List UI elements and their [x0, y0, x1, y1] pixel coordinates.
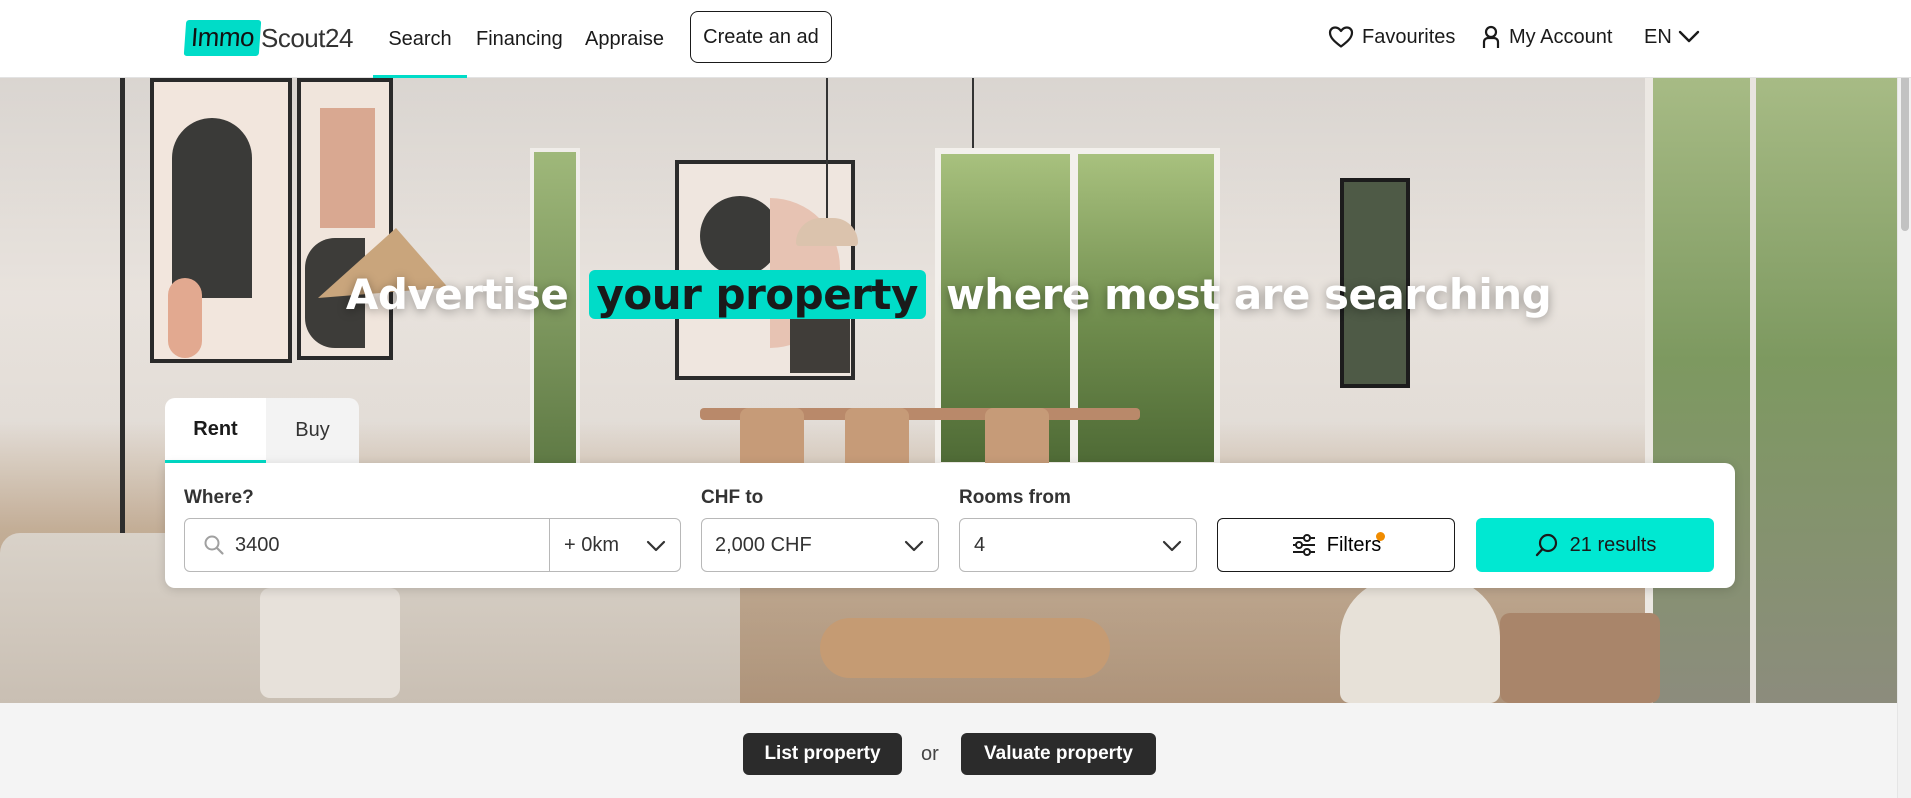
valuate-property-button[interactable]: Valuate property — [961, 733, 1156, 775]
or-separator: or — [921, 743, 939, 765]
price-label: CHF to — [701, 487, 764, 508]
radius-select[interactable]: + 0km — [549, 518, 681, 572]
logo-immo-text: Immo — [183, 20, 262, 56]
results-label: 21 results — [1569, 533, 1657, 556]
tab-buy-label: Buy — [295, 419, 330, 441]
create-ad-button[interactable]: Create an ad — [690, 11, 832, 63]
chevron-down-icon — [646, 536, 666, 559]
hero-headline: Advertise your property where most are s… — [0, 270, 1897, 319]
heart-icon — [1328, 25, 1354, 49]
filters-button[interactable]: Filters — [1217, 518, 1455, 572]
filter-sliders-icon — [1291, 532, 1317, 558]
tab-buy[interactable]: Buy — [266, 398, 359, 463]
rooms-select[interactable]: 4 — [959, 518, 1197, 572]
my-account-link[interactable]: My Account — [1481, 0, 1612, 74]
logo-scout-text: Scout24 — [261, 22, 353, 53]
nav-financing[interactable]: Financing — [476, 0, 563, 78]
language-label: EN — [1644, 25, 1672, 48]
tab-rent[interactable]: Rent — [165, 398, 266, 463]
chevron-down-icon — [1678, 30, 1700, 44]
nav-search-label: Search — [388, 27, 452, 50]
headline-after: where most are searching — [946, 270, 1552, 319]
chevron-down-icon — [1162, 536, 1182, 559]
language-selector[interactable]: EN — [1644, 0, 1700, 74]
location-field[interactable] — [184, 518, 550, 572]
search-panel: Where? + 0km CHF to 2,000 CHF Rooms from… — [165, 463, 1735, 588]
headline-before: Advertise — [345, 270, 569, 319]
price-value: 2,000 CHF — [715, 533, 812, 556]
nav-appraise[interactable]: Appraise — [585, 0, 664, 78]
show-results-button[interactable]: 21 results — [1476, 518, 1714, 572]
page-scrollbar[interactable] — [1897, 0, 1911, 798]
search-icon — [203, 534, 225, 556]
nav-search[interactable]: Search — [373, 0, 467, 78]
chevron-down-icon — [904, 536, 924, 559]
price-select[interactable]: 2,000 CHF — [701, 518, 939, 572]
location-input[interactable] — [235, 533, 535, 557]
where-label: Where? — [184, 487, 254, 508]
hero-section: Advertise your property where most are s… — [0, 78, 1897, 703]
rooms-label: Rooms from — [959, 487, 1071, 508]
headline-highlight: your property — [588, 270, 926, 319]
list-property-button[interactable]: List property — [743, 733, 902, 775]
filters-label: Filters — [1326, 533, 1382, 556]
immoscout24-logo[interactable]: Immo Scout24 — [183, 20, 353, 56]
tab-rent-label: Rent — [193, 417, 238, 440]
nav-financing-label: Financing — [476, 27, 563, 50]
favourites-link[interactable]: Favourites — [1328, 0, 1455, 74]
user-icon — [1481, 25, 1501, 49]
active-filter-indicator — [1376, 532, 1385, 541]
radius-value: + 0km — [564, 533, 620, 556]
top-navigation-bar: Immo Scout24 Search Financing Appraise C… — [0, 0, 1911, 78]
rooms-value: 4 — [974, 533, 986, 556]
cta-bar: List property or Valuate property — [0, 703, 1897, 798]
search-type-tabs: Rent Buy — [165, 398, 359, 463]
favourites-label: Favourites — [1362, 25, 1456, 48]
my-account-label: My Account — [1509, 25, 1613, 48]
search-bubble-icon — [1534, 532, 1560, 558]
nav-appraise-label: Appraise — [585, 27, 664, 50]
